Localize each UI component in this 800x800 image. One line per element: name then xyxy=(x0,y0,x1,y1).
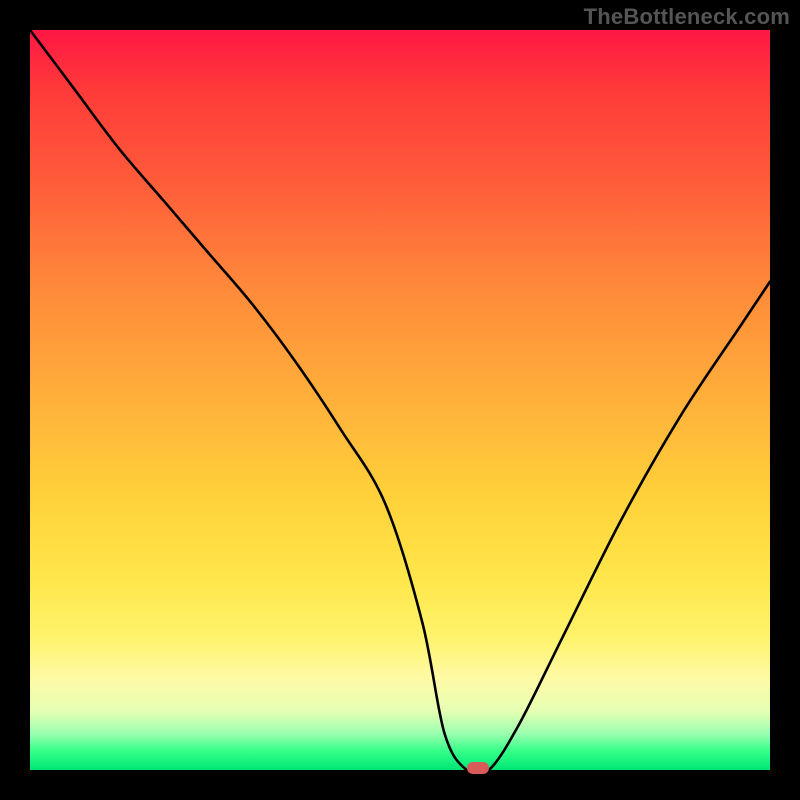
chart-frame: TheBottleneck.com xyxy=(0,0,800,800)
plot-area xyxy=(30,30,770,770)
watermark-text: TheBottleneck.com xyxy=(584,4,790,30)
bottleneck-curve xyxy=(30,30,770,770)
optimal-point-marker xyxy=(467,762,489,774)
